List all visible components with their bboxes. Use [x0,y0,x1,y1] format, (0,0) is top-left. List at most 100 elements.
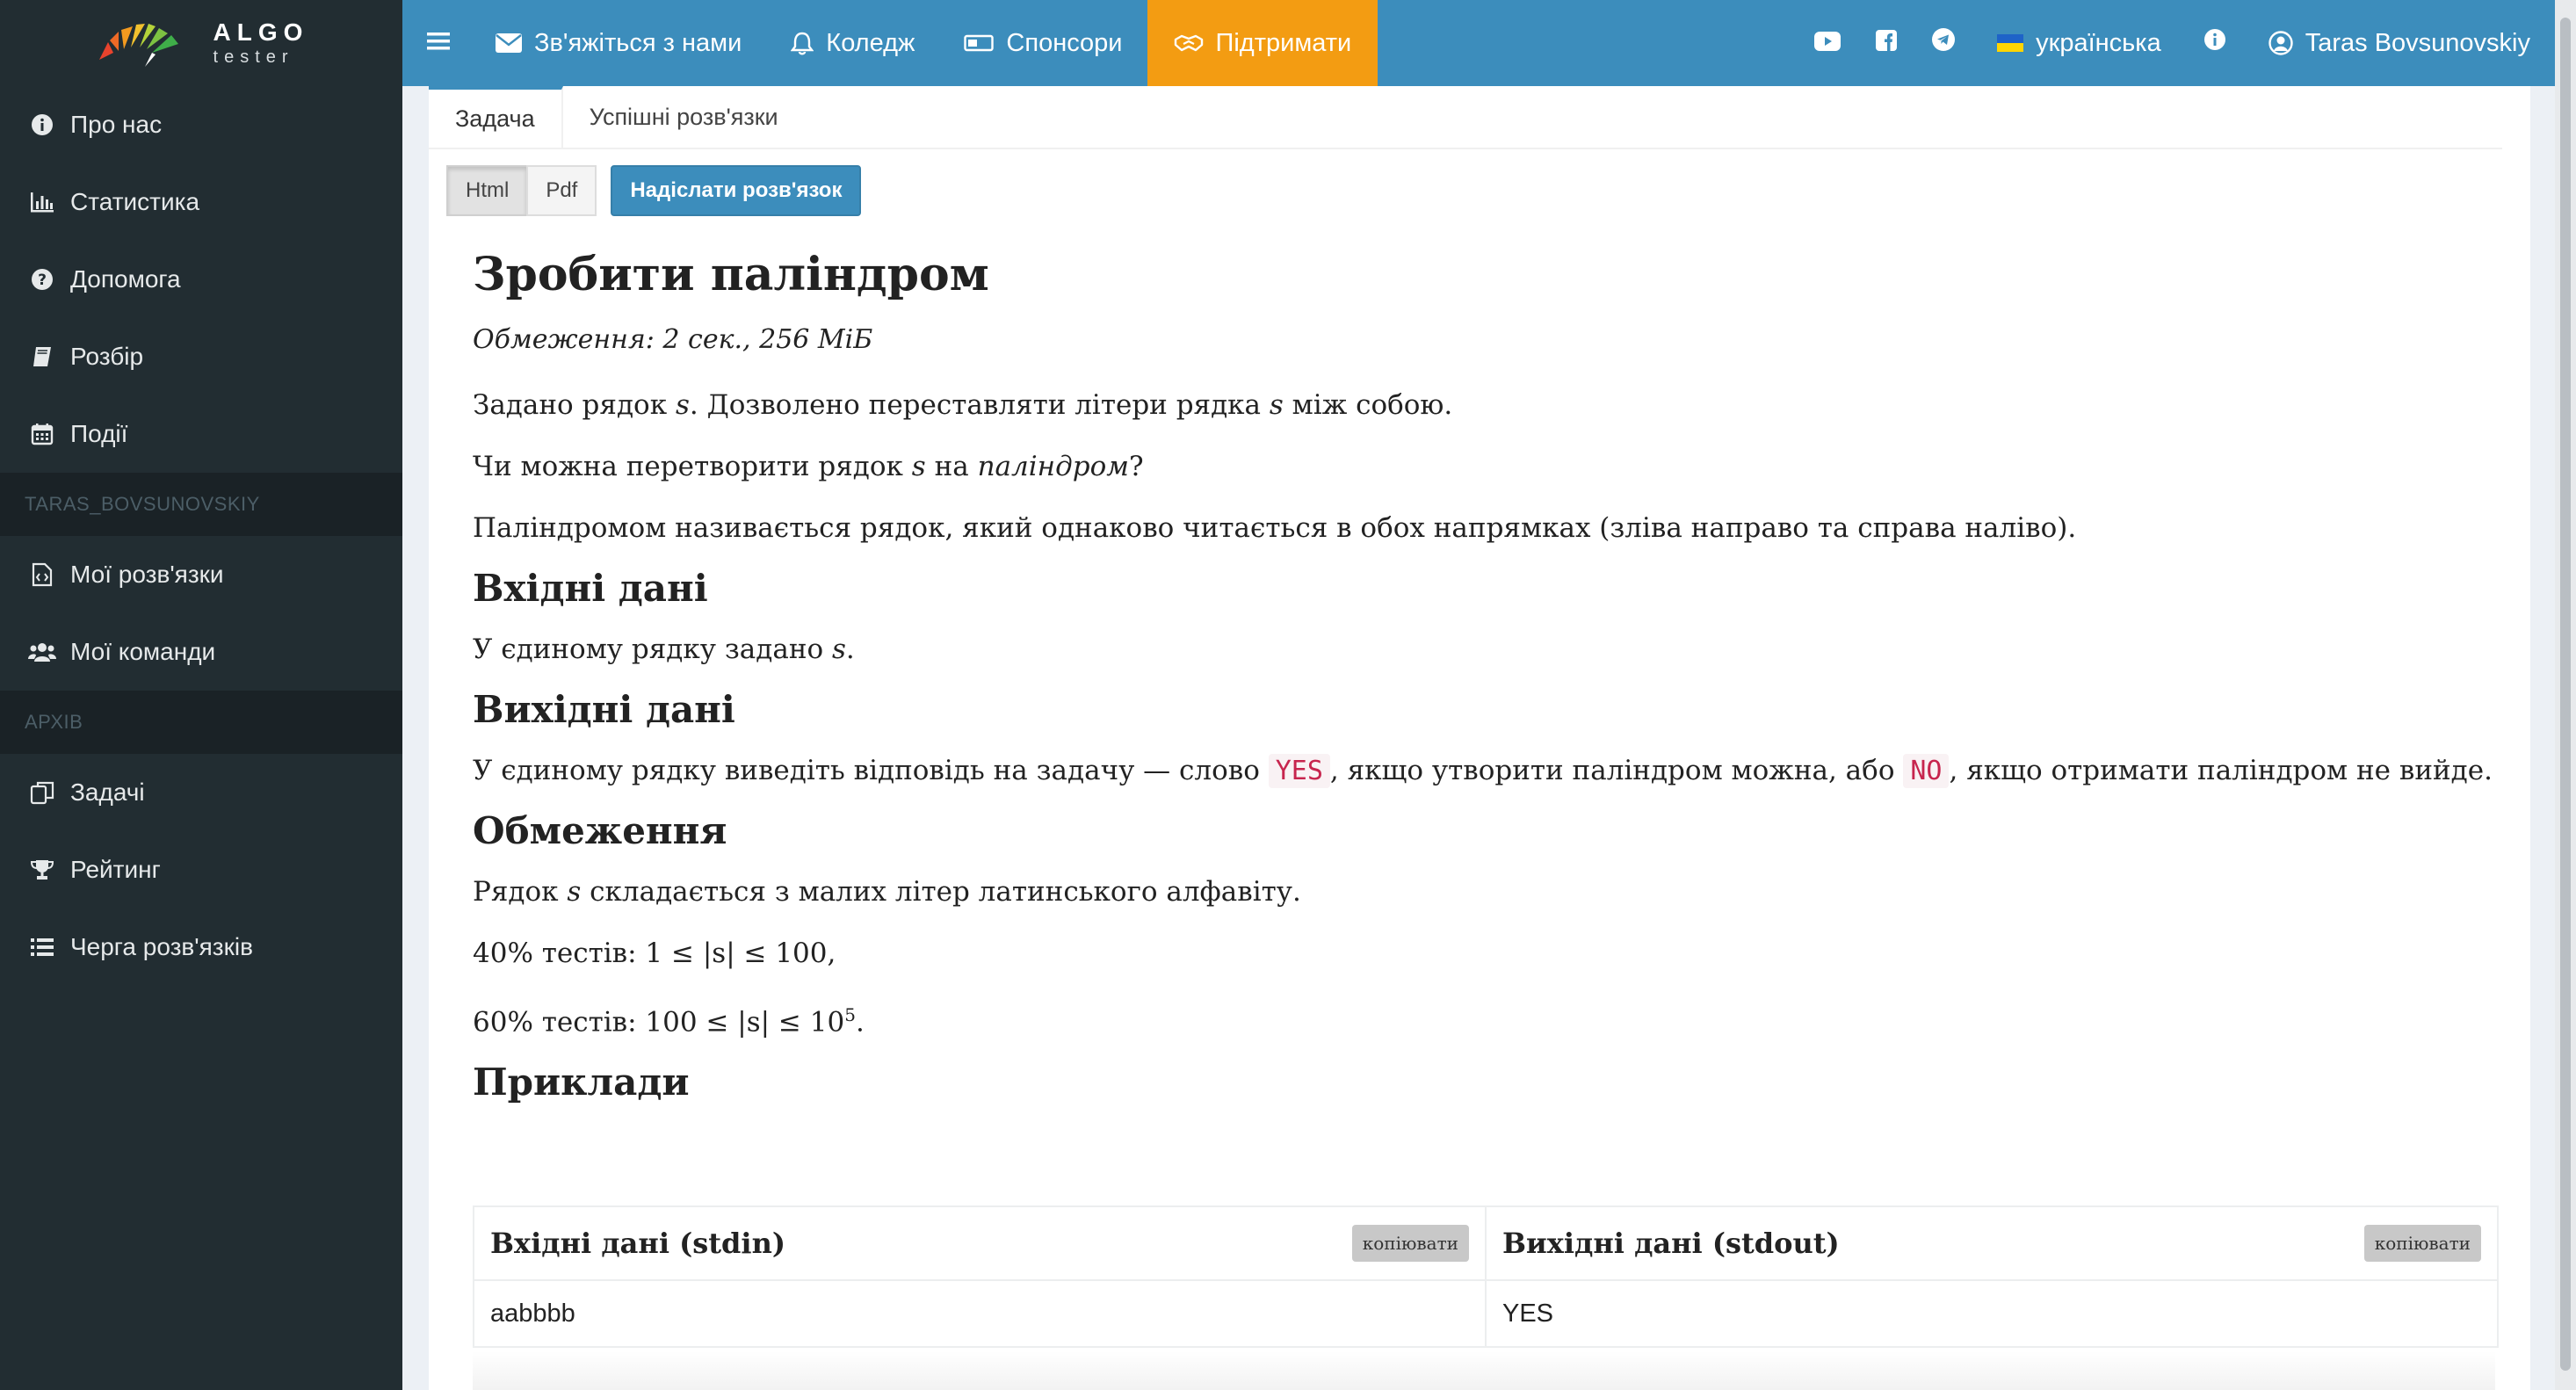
sample-output-title: Вихідні дані (stdout) [1502,1227,1840,1260]
nav-college[interactable]: Коледж [766,0,939,86]
sidebar-item-statistics[interactable]: Статистика [0,163,402,241]
math-var-s: s [567,876,582,908]
sidebar-toggle-button[interactable] [402,0,471,86]
sidebar-item-label: Допомога [70,265,181,293]
telegram-link[interactable] [1914,0,1972,86]
copy-icon [28,778,56,807]
logo-subtitle: tester [213,47,294,67]
nav-contact[interactable]: Зв'яжіться з нами [471,0,766,86]
sample-input-header: Вхідні дані (stdin) копіювати [474,1207,1485,1281]
info-button[interactable] [2186,0,2244,86]
facebook-link[interactable] [1858,0,1914,86]
nav-support-button[interactable]: Підтримати [1147,0,1378,86]
sidebar-item-editorial[interactable]: Розбір [0,318,402,395]
sample-input-value: aabbbb [490,1300,575,1328]
nav-contact-label: Зв'яжіться з нами [534,28,742,57]
sample-input-column: Вхідні дані (stdin) копіювати aabbbb [474,1207,1487,1346]
text: складається з малих літер латинського ал… [581,876,1301,908]
text: на [925,451,978,482]
users-icon [28,638,56,666]
logo[interactable]: ALGO tester [0,0,402,86]
sample-output-column: Вихідні дані (stdout) копіювати YES [1487,1207,2497,1346]
sidebar-item-about[interactable]: Про нас [0,86,402,163]
problem-title: Зробити паліндром [473,248,989,301]
text: між собою. [1283,389,1453,421]
telegram-icon [1932,28,1956,58]
sidebar-item-events[interactable]: Події [0,395,402,473]
calendar-icon [28,420,56,448]
text: , якщо отримати паліндром не вийде. [1949,755,2493,786]
html-view-button[interactable]: Html [446,165,529,216]
money-bill-icon [964,33,995,53]
statement-paragraph: Задано рядок s. Дозволено переставляти л… [473,374,2493,436]
user-circle-icon [2268,31,2293,55]
youtube-icon [1814,29,1842,58]
copy-input-button[interactable]: копіювати [1351,1225,1469,1262]
text: . [855,1006,865,1039]
nav-sponsors[interactable]: Спонсори [939,0,1147,86]
statement-paragraph: Паліндромом називається рядок, який одна… [473,512,2077,544]
exponent: 5 [844,1004,856,1025]
bell-icon [791,31,814,55]
tab-accepted-solutions[interactable]: Успішні розв'язки [563,86,805,148]
text: , якщо утворити паліндром можна, або [1329,755,1904,786]
text: 60% тестів: 100 ≤ |s| ≤ 10 [473,1006,845,1039]
language-label: українська [2036,28,2161,57]
facebook-icon [1876,29,1898,58]
bar-chart-icon [28,188,56,216]
sample-output-header: Вихідні дані (stdout) копіювати [1487,1207,2497,1281]
youtube-link[interactable] [1797,0,1858,86]
nav-sponsors-label: Спонсори [1006,28,1123,57]
sidebar-item-label: Статистика [70,188,200,215]
sidebar-item-problems[interactable]: Задачі [0,754,402,831]
trophy-icon [28,856,56,884]
user-name: Taras Bovsunovskiy [2305,28,2530,57]
sidebar-item-label: Мої розв'язки [70,561,224,588]
sidebar-item-my-teams[interactable]: Мої команди [0,613,402,691]
tab-problem[interactable]: Задача [429,86,563,148]
math-var-s: s [832,633,846,665]
top-navbar: Зв'яжіться з нами Коледж Спонсори Підтри… [402,0,2555,86]
sidebar-item-rating[interactable]: Рейтинг [0,831,402,909]
sidebar-item-help[interactable]: ? Допомога [0,241,402,318]
envelope-icon [496,33,522,53]
sample-output-value: YES [1502,1300,1554,1328]
view-buttons: Html Pdf Надіслати розв'язок [446,165,862,216]
sidebar-item-label: Черга розв'язків [70,933,253,960]
sidebar-item-queue[interactable]: Черга розв'язків [0,909,402,986]
sidebar-section-archive: АРХІВ [0,691,402,754]
sidebar-item-my-submissions[interactable]: Мої розв'язки [0,536,402,613]
book-icon [28,343,56,371]
info-circle-icon [2203,28,2226,58]
scrollbar-thumb[interactable] [2560,18,2571,1371]
text: . [845,633,855,665]
user-menu[interactable]: Taras Bovsunovskiy [2244,0,2555,86]
copy-output-button[interactable]: копіювати [2363,1225,2481,1262]
logo-title: ALGO [213,18,309,46]
text: Задано рядок [473,389,676,421]
sample-input-title: Вхідні дані (stdin) [490,1227,785,1260]
math-var-s: s [675,389,690,421]
ukraine-flag-icon [1997,34,2024,52]
window-scrollbar[interactable] [2555,0,2576,1390]
text: ? [1128,451,1144,482]
submit-solution-button[interactable]: Надіслати розв'язок [611,165,862,216]
sidebar-item-label: Задачі [70,778,145,806]
pdf-view-button[interactable]: Pdf [526,165,597,216]
constraints-heading: Обмеження [473,809,727,852]
text: Чи можна перетворити рядок [473,451,912,482]
question-circle-icon: ? [28,265,56,293]
speedometer-logo-icon [98,24,178,67]
math-var-s: s [1269,389,1284,421]
sidebar-item-label: Мої команди [70,638,216,665]
sidebar-item-label: Рейтинг [70,856,161,883]
sidebar: ALGO tester Про нас Статистика ? Допомог… [0,0,402,1390]
emphasis-text: паліндром [977,451,1129,482]
statement-paragraph: Чи можна перетворити рядок s на паліндро… [473,436,2493,497]
language-selector[interactable]: українська [1972,0,2186,86]
nav-support-label: Підтримати [1215,28,1352,57]
math-var-s: s [911,451,926,482]
examples-table: Вхідні дані (stdin) копіювати aabbbb Вих… [473,1205,2499,1348]
text: У єдиному рядку виведіть відповідь на за… [473,755,1269,786]
problem-statement: Зробити паліндром Обмеження: 2 сек., 256… [473,244,2493,1112]
